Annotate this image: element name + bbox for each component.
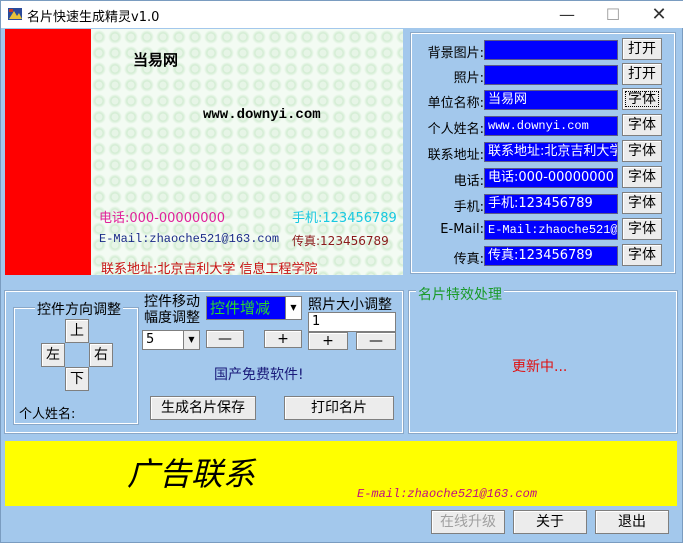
card-info-panel: 背景图片: 打开 照片: 打开 单位名称: 当易网 字体 个人姓名: www.d…: [410, 32, 676, 274]
mobile-input[interactable]: 手机:123456789: [484, 194, 618, 214]
company-input[interactable]: 当易网: [484, 90, 618, 110]
phone-font-button[interactable]: 字体: [622, 166, 662, 188]
chevron-down-icon[interactable]: ▼: [285, 297, 301, 319]
fax-font-button[interactable]: 字体: [622, 244, 662, 266]
company-font-button[interactable]: 字体: [622, 88, 662, 110]
mobile-label: 手机:: [453, 200, 484, 215]
company-label: 单位名称:: [427, 96, 484, 111]
open-photo-button[interactable]: 打开: [622, 63, 662, 85]
print-card-button[interactable]: 打印名片: [284, 396, 394, 420]
card-address[interactable]: 联系地址:北京吉利大学 信息工程学院: [101, 258, 318, 275]
step-select[interactable]: 5 ▼: [142, 330, 200, 350]
move-down-button[interactable]: 下: [65, 367, 89, 391]
name-input[interactable]: www.downyi.com: [484, 116, 618, 136]
address-label: 联系地址:: [427, 148, 484, 163]
card-phone[interactable]: 电话:000-00000000: [99, 207, 225, 226]
photo-label: 照片:: [453, 71, 484, 86]
name-label: 个人姓名:: [427, 122, 484, 137]
step-minus-button[interactable]: —: [206, 330, 244, 348]
online-upgrade-button[interactable]: 在线升级: [431, 510, 505, 534]
address-input[interactable]: 联系地址:北京吉利大学: [484, 142, 618, 162]
card-red-stripe: [5, 29, 91, 275]
photo-size-input[interactable]: 1: [308, 312, 396, 332]
save-card-button[interactable]: 生成名片保存: [150, 396, 256, 420]
move-left-button[interactable]: 左: [41, 343, 65, 367]
close-button[interactable]: ✕: [636, 1, 682, 28]
maximize-button[interactable]: ☐: [590, 1, 636, 28]
ad-banner: 广告联系 E-mail:zhaoche521@163.com: [5, 441, 677, 506]
move-up-button[interactable]: 上: [65, 319, 89, 343]
email-label: E-Mail:: [440, 222, 484, 237]
app-icon: [8, 8, 22, 20]
step-plus-button[interactable]: +: [264, 330, 302, 348]
size-minus-button[interactable]: —: [356, 332, 396, 350]
move-step-title-2: 幅度调整: [144, 310, 200, 326]
step-value: 5: [146, 332, 155, 347]
card-preview: 当易网 www.downyi.com 电话:000-00000000 手机:12…: [5, 29, 403, 275]
address-font-button[interactable]: 字体: [622, 140, 662, 162]
minimize-button[interactable]: —: [544, 1, 590, 28]
mode-value: 控件增减: [210, 299, 271, 317]
chevron-down-icon[interactable]: ▼: [183, 331, 199, 349]
size-plus-button[interactable]: +: [308, 332, 348, 350]
controls-panel: 控件方向调整 上 左 右 下 个人姓名: 控件移动 幅度调整 5 ▼ 控件增减 …: [4, 290, 404, 434]
direction-title: 控件方向调整: [35, 299, 123, 319]
photo-field[interactable]: [484, 65, 618, 85]
fax-input[interactable]: 传真:123456789: [484, 246, 618, 266]
exit-button[interactable]: 退出: [595, 510, 669, 534]
bg-image-label: 背景图片:: [427, 46, 484, 61]
move-right-button[interactable]: 右: [89, 343, 113, 367]
email-font-button[interactable]: 字体: [622, 218, 662, 240]
bg-image-field[interactable]: [484, 40, 618, 60]
effects-panel: 名片特效处理 更新中...: [408, 284, 678, 434]
phone-label: 电话:: [453, 174, 484, 189]
mobile-font-button[interactable]: 字体: [622, 192, 662, 214]
card-name[interactable]: www.downyi.com: [203, 107, 321, 123]
about-button[interactable]: 关于: [513, 510, 587, 534]
phone-input[interactable]: 电话:000-00000000: [484, 168, 618, 188]
main-window: 名片快速生成精灵v1.0 — ☐ ✕ 当易网 www.downyi.com 电话…: [0, 0, 683, 543]
ad-text: 广告联系: [127, 455, 256, 493]
card-mobile[interactable]: 手机:123456789: [292, 207, 397, 226]
freeware-text: 国产免费软件!: [214, 367, 304, 383]
photo-size-title: 照片大小调整: [308, 297, 392, 313]
window-title: 名片快速生成精灵v1.0: [27, 10, 160, 25]
card-company[interactable]: 当易网: [133, 49, 178, 70]
move-step-title-1: 控件移动: [144, 294, 200, 310]
fax-label: 传真:: [453, 252, 484, 267]
open-bg-button[interactable]: 打开: [622, 38, 662, 60]
effects-status: 更新中...: [512, 359, 568, 375]
mode-select[interactable]: 控件增减 ▼: [206, 296, 302, 320]
ad-email: E-mail:zhaoche521@163.com: [357, 487, 538, 501]
name-font-button[interactable]: 字体: [622, 114, 662, 136]
email-input[interactable]: E-Mail:zhaoche521@: [484, 220, 618, 240]
direction-group: 控件方向调整 上 左 右 下 个人姓名:: [13, 299, 139, 425]
effects-title: 名片特效处理: [416, 284, 504, 304]
current-control-label: 个人姓名:: [19, 407, 76, 422]
card-fax[interactable]: 传真:123456789: [292, 232, 389, 249]
card-email[interactable]: E-Mail:zhaoche521@163.com: [99, 232, 279, 246]
title-bar: 名片快速生成精灵v1.0 — ☐ ✕: [1, 1, 683, 28]
